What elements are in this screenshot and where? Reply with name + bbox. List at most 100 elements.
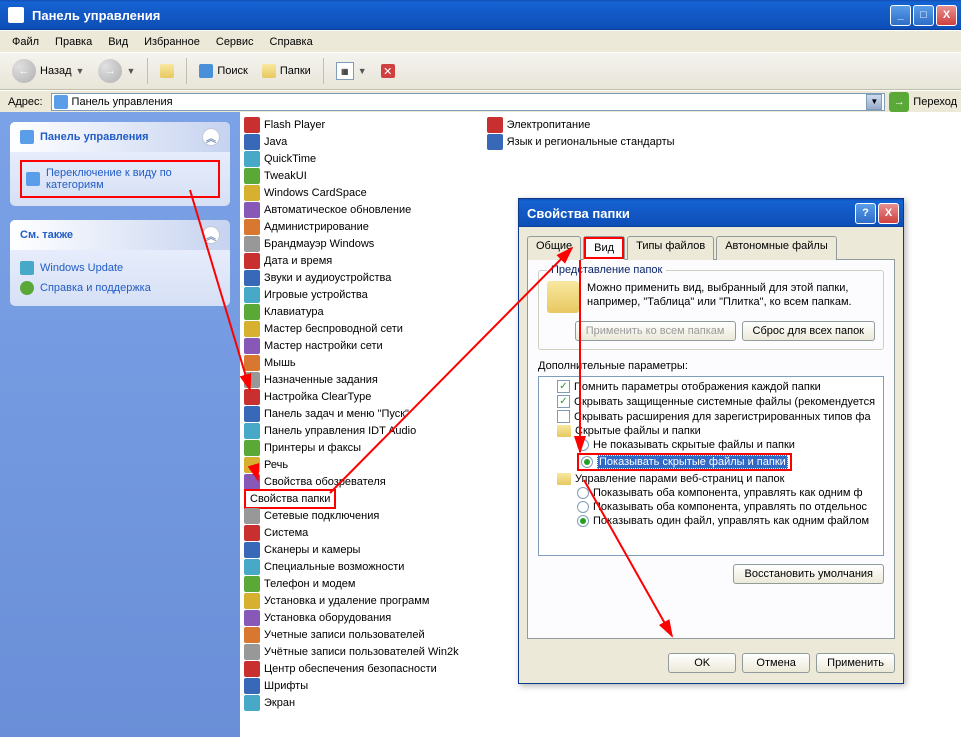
tree-row[interactable]: Показывать оба компонента, управлять как… (541, 486, 881, 500)
control-panel-item[interactable]: Настройка ClearType (240, 388, 463, 405)
views-button[interactable]: ▦ ▼ (330, 58, 373, 84)
control-panel-item[interactable]: Язык и региональные стандарты (483, 133, 679, 150)
item-icon (244, 151, 260, 167)
control-panel-item[interactable]: Звуки и аудиоустройства (240, 269, 463, 286)
control-panel-item[interactable]: Панель задач и меню "Пуск" (240, 405, 463, 422)
menu-edit[interactable]: Правка (47, 33, 100, 51)
control-panel-item[interactable]: Автоматическое обновление (240, 201, 463, 218)
back-button[interactable]: ← Назад ▼ (6, 55, 90, 87)
menu-view[interactable]: Вид (100, 33, 136, 51)
control-panel-item[interactable]: Центр обеспечения безопасности (240, 660, 463, 677)
maximize-button[interactable]: □ (913, 5, 934, 26)
control-panel-item[interactable]: Принтеры и факсы (240, 439, 463, 456)
control-panel-item[interactable]: Дата и время (240, 252, 463, 269)
item-icon (244, 219, 260, 235)
control-panel-item[interactable]: Администрирование (240, 218, 463, 235)
sidebar-link-help[interactable]: Справка и поддержка (20, 278, 220, 298)
control-panel-item[interactable]: Электропитание (483, 116, 679, 133)
control-panel-item[interactable]: Шрифты (240, 677, 463, 694)
item-icon (244, 321, 260, 337)
chevron-down-icon: ▼ (126, 66, 135, 76)
control-panel-item[interactable]: Назначенные задания (240, 371, 463, 388)
close-button[interactable]: X (936, 5, 957, 26)
item-icon (244, 593, 260, 609)
control-panel-item[interactable]: Экран (240, 694, 463, 711)
control-panel-item[interactable]: Java (240, 133, 463, 150)
apply-button[interactable]: Применить (816, 653, 895, 673)
toolbar-separator (323, 58, 324, 84)
control-panel-item[interactable]: Windows CardSpace (240, 184, 463, 201)
control-panel-item[interactable]: Специальные возможности (240, 558, 463, 575)
tree-row[interactable]: Скрывать расширения для зарегистрированн… (541, 409, 881, 424)
control-panel-item[interactable]: Свойства папки (240, 490, 463, 507)
item-label: Свойства обозревателя (264, 476, 386, 488)
item-label: Дата и время (264, 255, 332, 267)
item-icon (244, 202, 260, 218)
menu-tools[interactable]: Сервис (208, 33, 262, 51)
advanced-settings-tree[interactable]: ✓Помнить параметры отображения каждой па… (538, 376, 884, 556)
control-panel-item[interactable]: Flash Player (240, 116, 463, 133)
control-panel-item[interactable]: TweakUI (240, 167, 463, 184)
control-panel-item[interactable]: Брандмауэр Windows (240, 235, 463, 252)
tree-row[interactable]: ✓Помнить параметры отображения каждой па… (541, 379, 881, 394)
control-panel-item[interactable]: Система (240, 524, 463, 541)
up-button[interactable] (154, 60, 180, 82)
control-panel-item[interactable]: Телефон и модем (240, 575, 463, 592)
control-panel-item[interactable]: QuickTime (240, 150, 463, 167)
control-panel-item[interactable]: Сканеры и камеры (240, 541, 463, 558)
tree-row[interactable]: Не показывать скрытые файлы и папки (541, 438, 881, 452)
control-panel-item[interactable]: Мышь (240, 354, 463, 371)
control-panel-item[interactable]: Панель управления IDT Audio (240, 422, 463, 439)
control-panel-item[interactable]: Учетные записи пользователей (240, 626, 463, 643)
address-dropdown-icon[interactable]: ▼ (866, 94, 882, 110)
sidebar-link-switch-view[interactable]: Переключение к виду по категориям (26, 164, 214, 194)
sidebar-link-windows-update[interactable]: Windows Update (20, 258, 220, 278)
folders-button[interactable]: Папки (256, 60, 317, 82)
tree-row[interactable]: Управление парами веб-страниц и папок (541, 472, 881, 486)
address-field[interactable]: Панель управления ▼ (51, 93, 886, 111)
views-icon: ▦ (336, 62, 354, 80)
tab-view[interactable]: Вид (583, 236, 625, 260)
ok-button[interactable]: OK (668, 653, 736, 673)
control-panel-item[interactable]: Мастер настройки сети (240, 337, 463, 354)
control-panel-item[interactable]: Учётные записи пользователей Win2k (240, 643, 463, 660)
item-label: Установка и удаление программ (264, 595, 429, 607)
tree-row[interactable]: Показывать один файл, управлять как одни… (541, 514, 881, 528)
item-label: Экран (264, 697, 295, 709)
control-panel-item[interactable]: Мастер беспроводной сети (240, 320, 463, 337)
menu-favorites[interactable]: Избранное (136, 33, 208, 51)
tree-row[interactable]: Показывать оба компонента, управлять по … (541, 500, 881, 514)
tree-row[interactable]: Скрытые файлы и папки (541, 424, 881, 438)
go-button[interactable]: → (889, 92, 909, 112)
tree-row[interactable]: ✓Скрывать защищенные системные файлы (ре… (541, 394, 881, 409)
item-icon (244, 644, 260, 660)
tab-offline[interactable]: Автономные файлы (716, 236, 837, 260)
control-panel-item[interactable]: Установка и удаление программ (240, 592, 463, 609)
control-panel-item[interactable]: Установка оборудования (240, 609, 463, 626)
help-button[interactable]: ? (855, 203, 876, 224)
menu-file[interactable]: Файл (4, 33, 47, 51)
reset-all-button[interactable]: Сброс для всех папок (742, 321, 876, 341)
folder-icon (557, 473, 571, 485)
forward-button[interactable]: → ▼ (92, 55, 141, 87)
control-panel-item[interactable]: Клавиатура (240, 303, 463, 320)
restore-defaults-button[interactable]: Восстановить умолчания (733, 564, 884, 584)
apply-all-button[interactable]: Применить ко всем папкам (575, 321, 736, 341)
tab-filetypes[interactable]: Типы файлов (627, 236, 714, 260)
tree-row[interactable]: Показывать скрытые файлы и папки (541, 452, 881, 472)
search-button[interactable]: Поиск (193, 60, 253, 82)
cancel-button[interactable]: Отмена (742, 653, 810, 673)
address-bar: Адрес: Панель управления ▼ → Переход (0, 90, 961, 112)
delete-button[interactable]: ✕ (375, 60, 401, 82)
chevron-up-icon[interactable]: ︽ (202, 128, 220, 146)
minimize-button[interactable]: _ (890, 5, 911, 26)
control-panel-item[interactable]: Игровые устройства (240, 286, 463, 303)
control-panel-item[interactable]: Свойства обозревателя (240, 473, 463, 490)
item-icon (244, 338, 260, 354)
control-panel-item[interactable]: Сетевые подключения (240, 507, 463, 524)
control-panel-item[interactable]: Речь (240, 456, 463, 473)
chevron-up-icon[interactable]: ︽ (202, 226, 220, 244)
menu-help[interactable]: Справка (262, 33, 321, 51)
tab-general[interactable]: Общие (527, 236, 581, 260)
dialog-close-button[interactable]: X (878, 203, 899, 224)
